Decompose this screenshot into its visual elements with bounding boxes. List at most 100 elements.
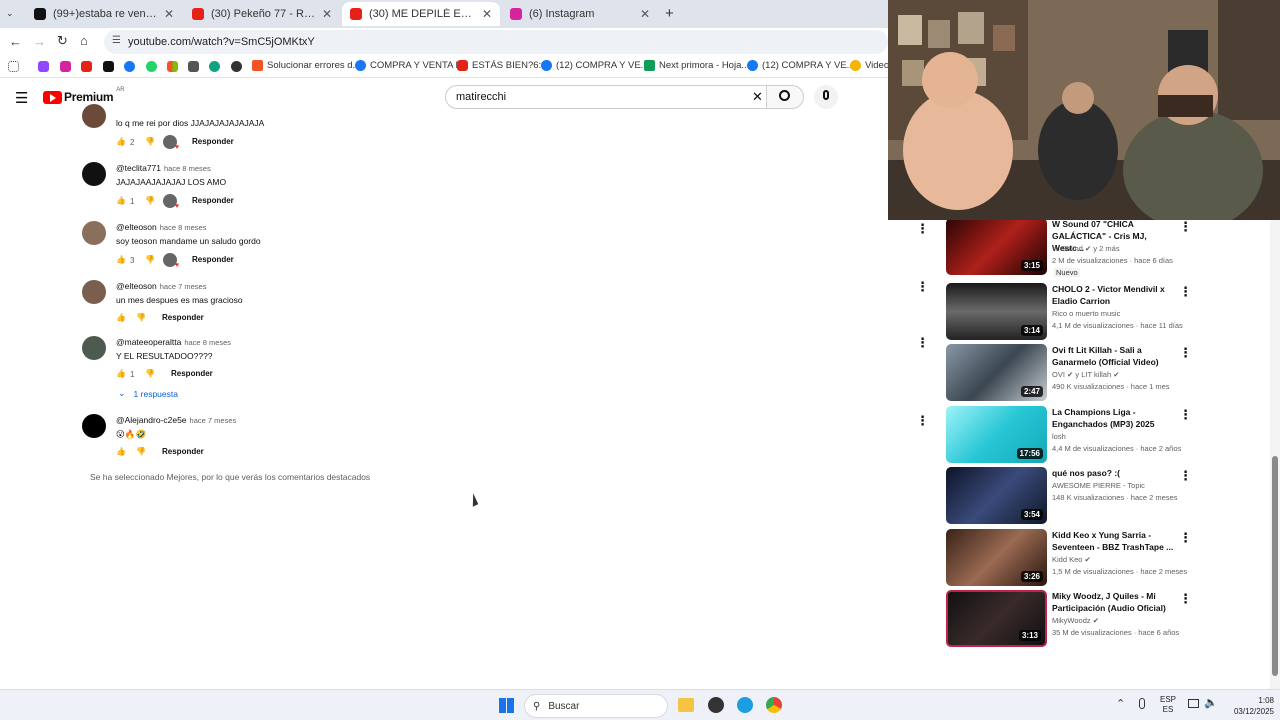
comment-time[interactable]: hace 7 meses: [190, 416, 237, 425]
more-options-icon[interactable]: [1179, 407, 1192, 423]
video-thumbnail[interactable]: 3:13: [946, 590, 1047, 647]
video-channel[interactable]: AWESOME PIERRE - Topic: [1052, 481, 1145, 490]
reload-icon[interactable]: ↻: [57, 33, 68, 49]
reply-button[interactable]: Responder: [192, 196, 234, 205]
more-options-icon[interactable]: [916, 221, 929, 237]
like-button[interactable]: 👍: [116, 196, 126, 205]
address-bar[interactable]: ☰ youtube.com/watch?v=SmC5jOMKtxY: [104, 30, 888, 54]
show-replies-button[interactable]: ⌄ 1 respuesta: [118, 388, 178, 399]
bookmark-video[interactable]: Video: [850, 60, 889, 71]
chatgpt-icon[interactable]: [209, 61, 220, 72]
search-input[interactable]: matirecchi ✕: [445, 85, 767, 109]
tab-current-video[interactable]: (30) ME DEPILÉ EL CULO EN VIV ✕: [342, 2, 500, 26]
globe-icon[interactable]: [231, 61, 242, 72]
bookmark-compra-venta-2[interactable]: (12) COMPRA Y VE...: [541, 60, 649, 71]
scrollbar-thumb[interactable]: [1272, 456, 1278, 676]
video-thumbnail[interactable]: 17:56: [946, 406, 1047, 463]
comment-author[interactable]: @elteoson: [116, 222, 157, 232]
video-title[interactable]: Ovi ft Lit Killah - Sali a Ganarmelo (Of…: [1052, 344, 1174, 368]
more-options-icon[interactable]: [1179, 468, 1192, 484]
video-channel[interactable]: Rico o muerto music: [1052, 309, 1120, 318]
bookmark-compra-venta[interactable]: COMPRA Y VENTA L...: [355, 60, 469, 71]
more-options-icon[interactable]: [916, 279, 929, 295]
avatar[interactable]: [82, 280, 106, 304]
volume-icon[interactable]: 🔈: [1204, 696, 1218, 709]
new-tab-button[interactable]: +: [665, 5, 674, 22]
chevron-up-icon[interactable]: ⌃: [1116, 697, 1125, 710]
video-item[interactable]: 3:13 Miky Woodz, J Quiles - Mi Participa…: [946, 590, 1192, 648]
comment-time[interactable]: hace 8 meses: [164, 164, 211, 173]
like-button[interactable]: 👍: [116, 447, 126, 456]
chrome-icon[interactable]: [766, 697, 782, 713]
video-channel[interactable]: losh: [1052, 432, 1066, 441]
video-title[interactable]: La Champions Liga - Enganchados (MP3) 20…: [1052, 406, 1174, 430]
more-options-icon[interactable]: [916, 413, 929, 429]
microsoft-icon[interactable]: [167, 61, 178, 72]
facebook-icon[interactable]: [124, 61, 135, 72]
avatar[interactable]: [82, 221, 106, 245]
video-thumbnail[interactable]: 3:14: [946, 283, 1047, 340]
language-indicator[interactable]: ESP ES: [1160, 695, 1176, 715]
search-button[interactable]: [766, 85, 804, 109]
reply-button[interactable]: Responder: [192, 255, 234, 264]
like-button[interactable]: 👍: [116, 255, 126, 264]
video-thumbnail[interactable]: 2:47: [946, 344, 1047, 401]
reply-button[interactable]: Responder: [192, 137, 234, 146]
comment-author[interactable]: @teclita771: [116, 163, 161, 173]
video-title[interactable]: qué nos paso? :(: [1052, 467, 1174, 479]
more-options-icon[interactable]: [916, 335, 929, 351]
reply-button[interactable]: Responder: [162, 447, 204, 456]
voice-search-button[interactable]: [814, 85, 838, 109]
avatar[interactable]: [82, 162, 106, 186]
bookmark-next-primora[interactable]: Next primora - Hoja...: [644, 60, 749, 71]
file-explorer-icon[interactable]: [678, 698, 694, 712]
video-thumbnail[interactable]: 3:15: [946, 218, 1047, 275]
tab-instagram[interactable]: (6) Instagram ✕: [502, 2, 658, 26]
dislike-button[interactable]: 👎: [145, 137, 155, 146]
like-button[interactable]: 👍: [116, 369, 126, 378]
like-button[interactable]: 👍: [116, 137, 126, 146]
clock[interactable]: 1:08 03/12/2025: [1222, 695, 1274, 717]
taskbar-search-box[interactable]: ⚲ Buscar: [524, 694, 668, 718]
video-channel[interactable]: OVI ✔ y LIT killah ✔: [1052, 370, 1120, 379]
app-icon[interactable]: [708, 697, 724, 713]
more-options-icon[interactable]: [1179, 345, 1192, 361]
instagram-icon[interactable]: [60, 61, 71, 72]
reply-button[interactable]: Responder: [162, 313, 204, 322]
close-icon[interactable]: ✕: [164, 7, 174, 21]
comment-author[interactable]: @Alejandro-c2e5e: [116, 415, 187, 425]
video-item[interactable]: 3:14 CHOLO 2 - Victor Mendivil x Eladio …: [946, 283, 1192, 341]
tab-list-menu[interactable]: ⌄: [6, 8, 20, 20]
site-info-icon[interactable]: ☰: [112, 35, 121, 46]
bookmark-estas-bien[interactable]: ESTÁS BIEN?6:33: [457, 60, 552, 71]
video-thumbnail[interactable]: 3:26: [946, 529, 1047, 586]
dislike-button[interactable]: 👎: [145, 369, 155, 378]
video-title[interactable]: Kidd Keo x Yung Sarria - Seventeen - BBZ…: [1052, 529, 1174, 553]
dislike-button[interactable]: 👎: [145, 196, 155, 205]
comment-time[interactable]: hace 7 meses: [160, 282, 207, 291]
more-options-icon[interactable]: [1179, 219, 1192, 235]
video-item[interactable]: 17:56 La Champions Liga - Enganchados (M…: [946, 406, 1192, 464]
dislike-button[interactable]: 👎: [136, 447, 146, 456]
windows-start-icon[interactable]: [499, 698, 514, 713]
video-item[interactable]: 2:47 Ovi ft Lit Killah - Sali a Ganarmel…: [946, 344, 1192, 402]
avatar[interactable]: [82, 104, 106, 128]
microphone-icon[interactable]: [1139, 698, 1145, 709]
close-icon[interactable]: ✕: [482, 7, 492, 21]
video-title[interactable]: Miky Woodz, J Quiles - Mi Participación …: [1052, 590, 1174, 614]
page-scrollbar[interactable]: [1270, 220, 1280, 689]
whatsapp-icon[interactable]: [146, 61, 157, 72]
edge-icon[interactable]: [737, 697, 753, 713]
reply-button[interactable]: Responder: [171, 369, 213, 378]
twitch-icon[interactable]: [38, 61, 49, 72]
video-item[interactable]: 3:54 qué nos paso? :( AWESOME PIERRE - T…: [946, 467, 1192, 525]
tab-kick[interactable]: (99+)estaba re vencida j #kick ✕: [26, 2, 182, 26]
youtube-icon[interactable]: [81, 61, 92, 72]
avatar[interactable]: [82, 414, 106, 438]
video-channel[interactable]: Kidd Keo ✔: [1052, 555, 1091, 564]
video-item[interactable]: 3:26 Kidd Keo x Yung Sarria - Seventeen …: [946, 529, 1192, 587]
comment-time[interactable]: hace 8 meses: [184, 338, 231, 347]
more-options-icon[interactable]: [1179, 284, 1192, 300]
bookmark-compra-venta-3[interactable]: (12) COMPRA Y VE...: [747, 60, 855, 71]
back-icon[interactable]: ←: [9, 34, 22, 49]
